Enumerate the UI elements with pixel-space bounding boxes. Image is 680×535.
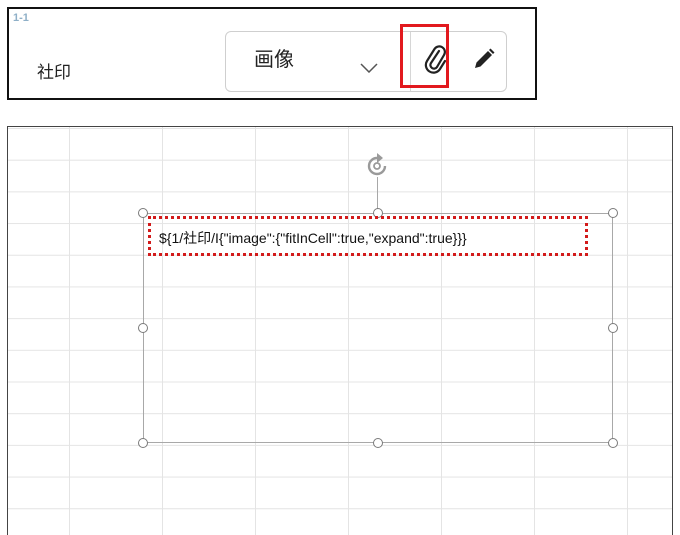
resize-handle-bottom[interactable] — [373, 438, 383, 448]
resize-handle-bottom-right[interactable] — [608, 438, 618, 448]
resize-handle-top-right[interactable] — [608, 208, 618, 218]
spreadsheet-canvas[interactable]: ${1/社印/I{"image":{"fitInCell":true,"expa… — [7, 126, 673, 535]
pencil-icon — [472, 47, 496, 76]
field-id: 1-1 — [13, 12, 29, 24]
field-label: 社印 — [37, 63, 71, 82]
resize-handle-top-left[interactable] — [138, 208, 148, 218]
paperclip-icon — [423, 44, 449, 79]
resize-handle-right[interactable] — [608, 323, 618, 333]
template-text[interactable]: ${1/社印/I{"image":{"fitInCell":true,"expa… — [148, 216, 588, 256]
field-type-select[interactable]: 画像 — [225, 31, 507, 92]
attach-button[interactable] — [412, 32, 460, 91]
edit-button[interactable] — [461, 32, 507, 91]
resize-handle-left[interactable] — [138, 323, 148, 333]
rotate-icon[interactable] — [362, 151, 392, 186]
button-divider — [410, 32, 411, 91]
form-panel: 1-1 社印 画像 — [7, 7, 537, 100]
chevron-down-icon[interactable] — [360, 60, 378, 78]
resize-handle-bottom-left[interactable] — [138, 438, 148, 448]
select-value: 画像 — [254, 49, 294, 71]
